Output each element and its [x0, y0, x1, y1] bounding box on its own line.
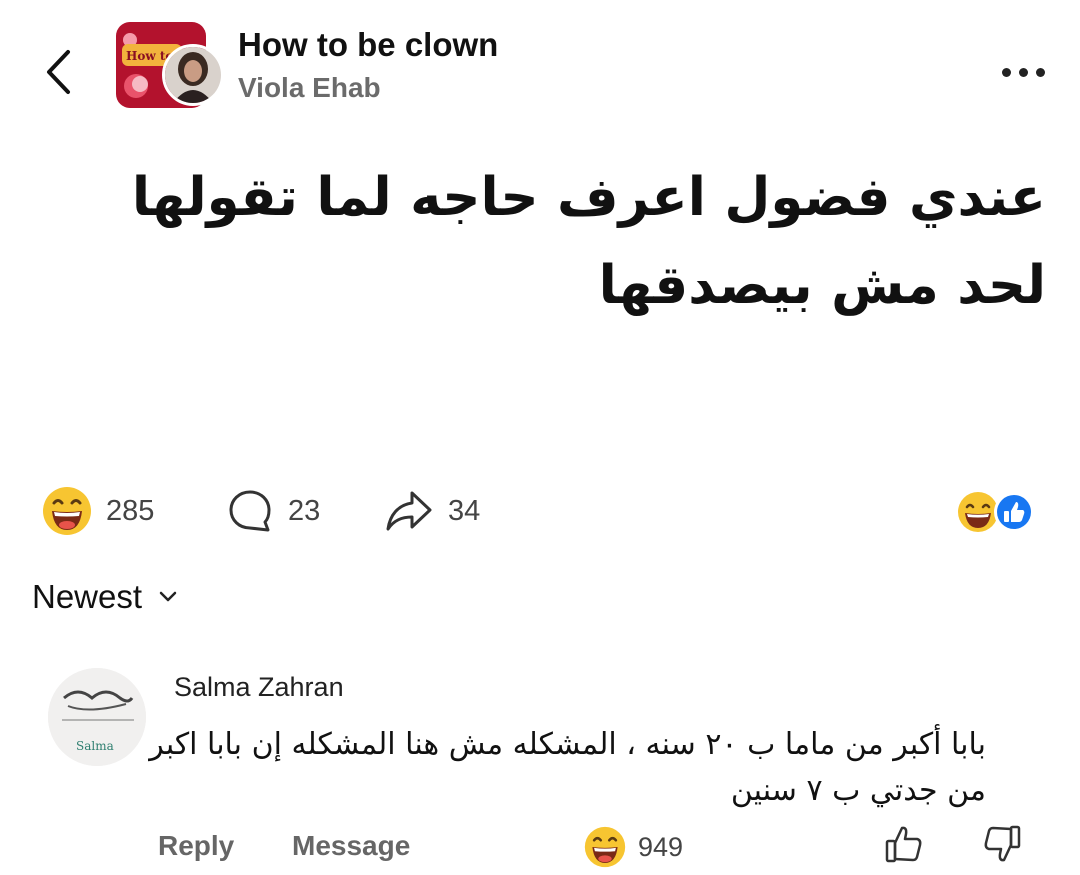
react-button[interactable]: 285: [42, 486, 154, 536]
comment-button[interactable]: 23: [226, 486, 320, 536]
author-avatar[interactable]: [162, 44, 224, 106]
reply-button[interactable]: Reply: [158, 830, 234, 862]
group-name[interactable]: How to be clown: [238, 26, 498, 64]
sort-label: Newest: [32, 578, 143, 615]
laughing-emoji-icon: [43, 487, 91, 535]
post-text: عندي فضول اعرف حاجه لما تقولها لحد مش بي…: [131, 167, 1046, 316]
reaction-summary[interactable]: [956, 488, 1040, 536]
chevron-left-icon: [47, 50, 70, 94]
laughing-emoji-icon: [958, 492, 998, 532]
commenter-avatar-label: Salma: [76, 739, 114, 753]
comment-reactions[interactable]: 949: [584, 826, 683, 868]
author-avatar-image: [165, 47, 221, 103]
message-button[interactable]: Message: [292, 830, 410, 862]
more-dot-icon: [1018, 67, 1028, 77]
laughing-emoji-icon: [584, 826, 626, 868]
like-badge-icon: [994, 492, 1034, 532]
comment-bubble-icon: [229, 490, 271, 532]
share-button[interactable]: 34: [384, 486, 480, 536]
comment-reactions-count: 949: [638, 831, 684, 862]
share-arrow-icon: [386, 491, 432, 531]
thumbs-down-icon: [984, 825, 1021, 862]
author-name[interactable]: Viola Ehab: [238, 72, 381, 104]
more-dot-icon: [1001, 67, 1011, 77]
back-button[interactable]: [36, 42, 80, 102]
sort-dropdown[interactable]: Newest: [32, 578, 178, 616]
reaction-summary-icons: [958, 492, 1034, 532]
comments-count: 23: [288, 494, 321, 527]
like-button[interactable]: [884, 822, 924, 866]
more-dot-icon: [1035, 67, 1045, 77]
comment-author[interactable]: Salma Zahran: [174, 672, 344, 703]
shares-count: 34: [448, 494, 481, 527]
more-options-button[interactable]: [996, 58, 1050, 86]
dislike-button[interactable]: [982, 822, 1022, 866]
chevron-down-icon: [159, 591, 177, 602]
comment-text: بابا أكبر من ماما ب ٢٠ سنه ، المشكله مش …: [149, 727, 986, 808]
reactions-count: 285: [106, 494, 155, 527]
thumbs-up-icon: [885, 826, 922, 863]
